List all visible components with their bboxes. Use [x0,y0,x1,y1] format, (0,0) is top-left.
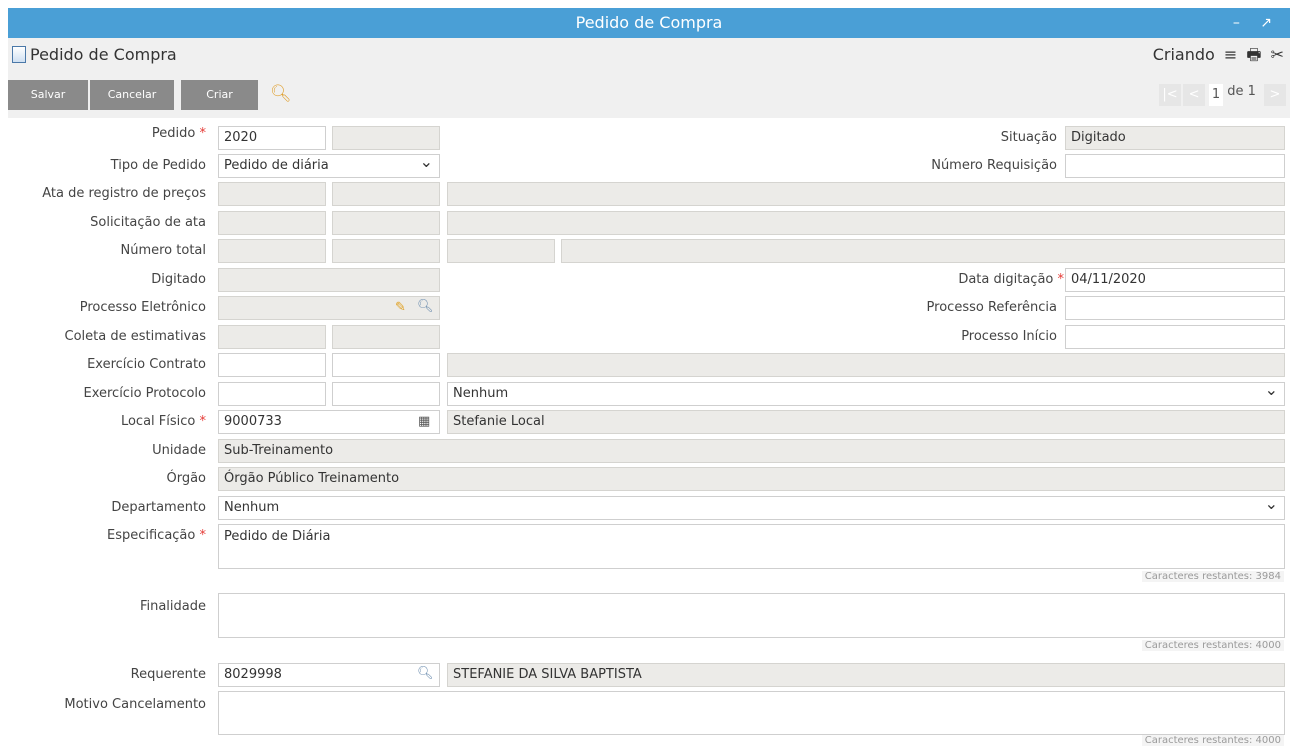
mode-label: Criando [1152,45,1215,64]
toolbar: Salvar Cancelar Criar 🔍︎ |< <1 de 1 > [8,70,1290,118]
situacao-field: Digitado [1065,126,1285,150]
exercicio-protocolo-select[interactable]: Nenhum [447,382,1285,406]
digitado-field [218,268,440,292]
page-title: Pedido de Compra [12,45,177,64]
exercicio-contrato-input-1[interactable] [218,353,326,377]
search-icon[interactable]: 🔍︎ [417,299,434,314]
local-fisico-name: Stefanie Local [447,410,1285,434]
window-title: Pedido de Compra [575,13,723,32]
label-numero-total: Número total [120,243,207,258]
label-departamento: Departamento [111,500,206,515]
label-motivo-cancelamento: Motivo Cancelamento [64,697,206,712]
label-exercicio-protocolo: Exercício Protocolo [83,386,206,401]
page-title-text: Pedido de Compra [30,45,177,64]
cancel-button[interactable]: Cancelar [90,80,174,110]
requerente-input[interactable]: 8029998 [218,663,440,687]
processo-inicio-input[interactable] [1065,325,1285,349]
search-icon[interactable]: 🔍︎ [417,666,434,681]
label-numero-requisicao: Número Requisição [931,158,1057,173]
menu-icon[interactable]: ≡ [1224,45,1237,64]
exercicio-protocolo-input-2[interactable] [332,382,440,406]
label-ata-registro: Ata de registro de preços [42,186,206,201]
processo-eletronico-field [218,296,440,320]
label-processo-inicio: Processo Início [961,329,1057,344]
label-processo-eletronico: Processo Eletrônico [79,300,206,315]
numero-total-field-2 [332,239,440,263]
label-finalidade: Finalidade [139,599,206,614]
print-icon[interactable]: 🖶 [1246,45,1261,64]
page-header: Pedido de Compra Criando ≡ 🖶 ✂ [8,38,1290,70]
requerente-name: STEFANIE DA SILVA BAPTISTA [447,663,1285,687]
pedido-input[interactable]: 2020 [218,126,326,150]
departamento-select[interactable]: Nenhum [218,496,1285,520]
pedido-aux-field [332,126,440,150]
building-icon[interactable]: ▦ [418,414,430,429]
unidade-field: Sub-Treinamento [218,439,1285,463]
ata-registro-field-3 [447,182,1285,206]
processo-referencia-input[interactable] [1065,296,1285,320]
label-requerente: Requerente [130,667,206,682]
purchase-order-form: Pedido * 2020 Situação Digitado Tipo de … [0,118,1290,747]
label-especificacao: Especificação * [106,528,206,543]
orgao-field: Órgão Público Treinamento [218,467,1285,491]
search-icon[interactable]: 🔍︎ [270,84,292,106]
label-digitado: Digitado [151,272,206,287]
solicitacao-ata-field-3 [447,211,1285,235]
exercicio-contrato-input-2[interactable] [332,353,440,377]
label-tipo-pedido: Tipo de Pedido [110,158,206,173]
ata-registro-field-1 [218,182,326,206]
data-digitacao-input[interactable]: 04/11/2020 [1065,268,1285,292]
especificacao-textarea[interactable]: Pedido de Diária [218,524,1285,569]
coleta-estimativas-field-1 [218,325,326,349]
numero-requisicao-input[interactable] [1065,154,1285,178]
label-exercicio-contrato: Exercício Contrato [87,357,206,372]
window-titlebar: Pedido de Compra – ↗ [8,8,1290,38]
window-controls[interactable]: – ↗ [1233,8,1280,38]
motivo-cancelamento-textarea[interactable] [218,691,1285,735]
page-count: de 1 [1227,84,1256,99]
label-local-fisico: Local Físico * [120,414,206,429]
motivo-cancelamento-counter: Caracteres restantes: 4000 [1141,735,1284,746]
label-processo-referencia: Processo Referência [926,300,1057,315]
ata-registro-field-2 [332,182,440,206]
label-situacao: Situação [1000,130,1057,145]
numero-total-field-1 [218,239,326,263]
exercicio-contrato-field [447,353,1285,377]
solicitacao-ata-field-2 [332,211,440,235]
finalidade-counter: Caracteres restantes: 4000 [1141,640,1284,651]
prev-page-icon[interactable]: < [1183,84,1206,106]
label-orgao: Órgão [166,471,206,486]
coleta-estimativas-field-2 [332,325,440,349]
label-solicitacao-ata: Solicitação de ata [90,215,206,230]
exercicio-protocolo-input-1[interactable] [218,382,326,406]
header-actions: Criando ≡ 🖶 ✂ [1149,44,1284,71]
page-number-input[interactable]: 1 [1209,84,1224,106]
create-button[interactable]: Criar [181,80,258,110]
numero-total-field-3 [447,239,555,263]
local-fisico-input[interactable]: 9000733 [218,410,440,434]
clear-icon[interactable]: ✎ [395,300,406,315]
label-unidade: Unidade [152,443,206,458]
solicitacao-ata-field-1 [218,211,326,235]
label-pedido: Pedido * [151,126,206,141]
label-data-digitacao: Data digitação * [958,272,1064,287]
numero-total-field-4 [561,239,1285,263]
tools-icon[interactable]: ✂ [1271,45,1284,64]
save-button[interactable]: Salvar [8,80,88,110]
next-page-icon[interactable]: > [1264,84,1286,106]
tipo-pedido-select[interactable]: Pedido de diária [218,154,440,178]
pager: |< <1 de 1 > [1159,84,1286,106]
finalidade-textarea[interactable] [218,593,1285,638]
label-coleta-estimativas: Coleta de estimativas [64,329,206,344]
document-icon [12,46,26,63]
especificacao-counter: Caracteres restantes: 3984 [1141,571,1284,582]
first-page-icon[interactable]: |< [1159,84,1182,106]
